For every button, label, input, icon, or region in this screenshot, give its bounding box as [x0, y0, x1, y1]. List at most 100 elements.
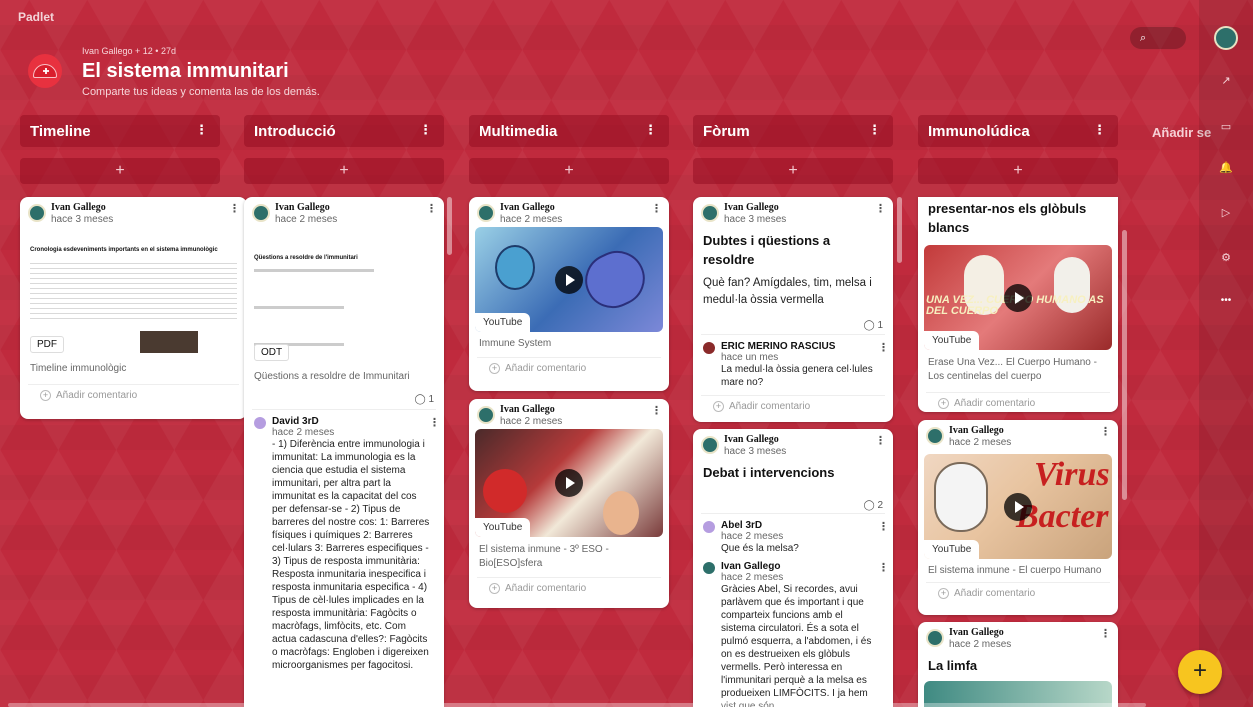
add-post-button[interactable]: +	[918, 158, 1118, 184]
slideshow-icon[interactable]: ▭	[1214, 114, 1238, 138]
add-post-button[interactable]: +	[469, 158, 669, 184]
comment-icon: ◯	[863, 500, 875, 511]
add-comment-button[interactable]: + Añadir comentario	[926, 582, 1110, 604]
document-preview[interactable]: Cronologia esdeveniments importants en e…	[30, 233, 237, 353]
add-comment-button[interactable]: + Añadir comentario	[926, 392, 1110, 412]
post-card[interactable]: Ivan Gallego hace 2 meses ⋮ Qüestions a re…	[244, 197, 444, 707]
post-card[interactable]: Ivan Gallego hace 3 meses ⋮ Debat i interv…	[693, 429, 893, 707]
add-post-button[interactable]: +	[693, 158, 893, 184]
post-card[interactable]: Ivan Gallego hace 2 meses ⋮ YouTube El sis…	[469, 399, 669, 608]
add-post-button[interactable]: +	[244, 158, 444, 184]
comment-text: La medul·la òssia genera cel·lules mare …	[721, 364, 873, 388]
avatar	[926, 427, 944, 445]
comment-menu-icon[interactable]: ⋮	[878, 341, 889, 354]
comment-time: hace 2 meses	[721, 572, 784, 583]
video-source-badge: YouTube	[924, 331, 980, 350]
padlet-logo-icon	[28, 54, 62, 88]
add-post-fab[interactable]: +	[1178, 650, 1222, 694]
comment: David 3rD hace 2 meses - 1) Diferència e…	[244, 416, 444, 672]
comment-count[interactable]: ◯ 1	[863, 320, 883, 331]
post-card[interactable]: Ivan Gallego hace 3 meses ⋮ Cronologia esd…	[20, 197, 247, 419]
user-avatar[interactable]	[1214, 26, 1238, 50]
comment-time: hace 2 meses	[272, 427, 335, 438]
video-source-badge: YouTube	[924, 540, 980, 559]
comment-author: Ivan Gallego	[721, 561, 781, 572]
column-forum: Fòrum ⋮ +	[693, 115, 893, 184]
file-type-badge: ODT	[254, 344, 290, 361]
post-card[interactable]: Ivan Gallego hace 2 meses ⋮ Virus Bacter Y…	[918, 420, 1118, 615]
add-comment-button[interactable]: + Añadir comentario	[477, 357, 661, 379]
add-post-button[interactable]: +	[20, 158, 220, 184]
share-icon[interactable]: ↗	[1214, 68, 1238, 92]
comment-menu-icon[interactable]: ⋮	[878, 561, 889, 574]
play-icon[interactable]	[1004, 492, 1032, 521]
post-author: Ivan Gallego	[724, 434, 779, 445]
post-card[interactable]: Ivan Gallego hace 2 meses ⋮ La limfa	[918, 622, 1118, 707]
column-menu-icon[interactable]: ⋮	[195, 122, 208, 138]
post-author: Ivan Gallego	[724, 202, 779, 213]
document-title: Qüestions a resoldre de l'immunitari	[254, 255, 358, 261]
play-icon[interactable]: ▷	[1214, 200, 1238, 224]
post-menu-icon[interactable]: ⋮	[1100, 425, 1111, 438]
comment-count[interactable]: ◯ 1	[414, 394, 434, 405]
column-header: Fòrum ⋮	[693, 115, 893, 147]
post-time: hace 3 meses	[724, 214, 787, 225]
column-menu-icon[interactable]: ⋮	[1093, 122, 1106, 138]
post-caption: El sistema inmune - 3º ESO - Bio[ESO]sfe…	[479, 544, 609, 569]
post-card[interactable]: presentar-nos els glòbuls blancs UNA VEZ…	[918, 197, 1118, 412]
add-comment-button[interactable]: + Añadir comentario	[701, 395, 885, 417]
post-card[interactable]: Ivan Gallego hace 3 meses ⋮ Dubtes i qüest…	[693, 197, 893, 422]
video-thumbnail[interactable]: Virus Bacter YouTube	[924, 454, 1112, 559]
column-menu-icon[interactable]: ⋮	[868, 122, 881, 138]
scrollbar[interactable]	[447, 197, 452, 255]
post-menu-icon[interactable]: ⋮	[875, 434, 886, 447]
bell-icon[interactable]: 🔔	[1214, 155, 1238, 179]
column-header: Multimedia ⋮	[469, 115, 669, 147]
post-title: Dubtes i qüestions a resoldre	[703, 233, 831, 267]
video-thumbnail[interactable]: YouTube	[475, 429, 663, 537]
post-menu-icon[interactable]: ⋮	[651, 202, 662, 215]
add-comment-button[interactable]: + Añadir comentario	[477, 577, 661, 599]
post-title: presentar-nos els glòbuls blancs	[928, 201, 1087, 235]
comment: Abel 3rD hace 2 meses Que és la melsa? ⋮	[693, 520, 893, 555]
comment-menu-icon[interactable]: ⋮	[429, 416, 440, 429]
comment-menu-icon[interactable]: ⋮	[878, 520, 889, 533]
scrollbar[interactable]	[897, 197, 902, 263]
plus-icon: +	[938, 588, 949, 599]
column-title: Timeline	[30, 123, 91, 140]
avatar	[477, 406, 495, 424]
video-thumbnail[interactable]: UNA VEZ... CUERPO HUMANO AS DEL CUERPO Y…	[924, 245, 1112, 350]
comment-count[interactable]: ◯ 2	[863, 500, 883, 511]
scrollbar[interactable]	[1122, 230, 1127, 500]
post-menu-icon[interactable]: ⋮	[651, 404, 662, 417]
column-header: Immunolúdica ⋮	[918, 115, 1118, 147]
plus-icon: +	[489, 583, 500, 594]
post-time: hace 2 meses	[500, 416, 563, 427]
post-menu-icon[interactable]: ⋮	[875, 202, 886, 215]
play-icon[interactable]	[555, 469, 583, 497]
column-menu-icon[interactable]: ⋮	[644, 122, 657, 138]
post-menu-icon[interactable]: ⋮	[426, 202, 437, 215]
column-menu-icon[interactable]: ⋮	[419, 122, 432, 138]
video-thumbnail[interactable]: YouTube	[475, 227, 663, 332]
post-card[interactable]: Ivan Gallego hace 2 meses ⋮ YouTube Immune…	[469, 197, 669, 391]
post-menu-icon[interactable]: ⋮	[1100, 627, 1111, 640]
more-icon[interactable]: •••	[1214, 288, 1238, 312]
post-time: hace 3 meses	[51, 214, 114, 225]
play-icon[interactable]	[555, 265, 583, 294]
avatar	[703, 521, 715, 533]
document-title: Cronologia esdeveniments importants en e…	[30, 247, 218, 253]
gear-icon[interactable]: ⚙	[1214, 245, 1238, 269]
post-menu-icon[interactable]: ⋮	[229, 202, 240, 215]
column-title: Introducció	[254, 123, 336, 140]
horizontal-scrollbar[interactable]	[8, 703, 1146, 707]
document-preview[interactable]: Qüestions a resoldre de l'immunitari ODT	[254, 233, 434, 361]
app-brand[interactable]: Padlet	[18, 10, 54, 24]
comment: Ivan Gallego hace 2 meses Gràcies Abel, …	[693, 561, 893, 707]
board-subtitle: Comparte tus ideas y comenta las de los …	[82, 86, 320, 98]
search-button[interactable]: ⌕	[1130, 27, 1186, 49]
play-icon[interactable]	[1004, 283, 1032, 312]
avatar	[28, 204, 46, 222]
plus-icon: +	[40, 390, 51, 401]
add-comment-button[interactable]: + Añadir comentario	[28, 384, 239, 406]
